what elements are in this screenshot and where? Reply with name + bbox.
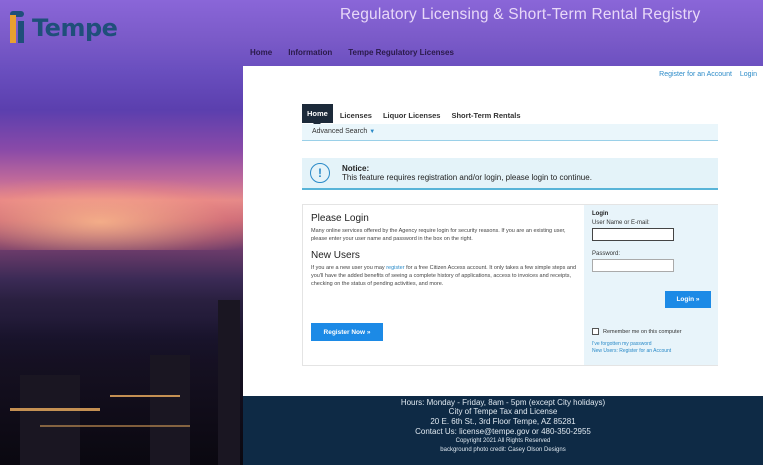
notice-title: Notice:	[342, 164, 370, 173]
tempe-logo-mark	[8, 11, 30, 45]
new-user-register-link[interactable]: New Users: Register for an Account	[592, 348, 671, 355]
remember-me[interactable]: Remember me on this computer	[592, 328, 682, 335]
module-tabs: Home Licenses Liquor Licenses Short-Term…	[302, 104, 528, 127]
remember-label: Remember me on this computer	[603, 328, 682, 335]
help-links: I've forgotten my password New Users: Re…	[592, 341, 671, 354]
nav-home[interactable]: Home	[250, 48, 272, 57]
tab-licenses[interactable]: Licenses	[336, 108, 376, 123]
city-lights	[40, 425, 190, 427]
register-now-button[interactable]: Register Now »	[311, 323, 383, 341]
notice-box: ! Notice: This feature requires registra…	[302, 158, 718, 190]
account-links: Register for an Account Login	[653, 71, 757, 78]
nav-information[interactable]: Information	[288, 48, 332, 57]
login-info-column: Please Login Many online services offere…	[311, 213, 581, 288]
notice-message: This feature requires registration and/o…	[342, 173, 592, 182]
sunset-glow	[0, 180, 250, 250]
nav-tempe-regulatory-licenses[interactable]: Tempe Regulatory Licenses	[348, 48, 454, 57]
password-label: Password:	[592, 251, 621, 257]
building	[218, 300, 240, 465]
tab-home[interactable]: Home	[302, 104, 333, 127]
tempe-logo[interactable]: Tempe	[8, 8, 118, 48]
username-input[interactable]	[592, 228, 674, 241]
main-panel: Register for an Account Login Home Licen…	[243, 66, 763, 396]
login-box-title: Login	[592, 211, 609, 217]
register-link[interactable]: register	[386, 265, 404, 271]
username-label: User Name or E-mail:	[592, 220, 650, 226]
tab-short-term-rentals[interactable]: Short-Term Rentals	[447, 108, 524, 123]
tab-liquor-licenses[interactable]: Liquor Licenses	[379, 108, 445, 123]
please-login-text: Many online services offered by the Agen…	[311, 228, 566, 243]
footer-hours: Hours: Monday - Friday, 8am - 5pm (excep…	[400, 398, 606, 407]
info-icon: !	[310, 163, 330, 183]
footer-address: 20 E. 6th St., 3rd Floor Tempe, AZ 85281	[430, 417, 576, 426]
advanced-search-link[interactable]: Advanced Search	[312, 128, 367, 135]
city-lights	[10, 408, 100, 411]
remember-checkbox[interactable]	[592, 328, 599, 335]
footer-photo-credit: background photo credit: Casey Olson Des…	[440, 447, 566, 453]
logo-text: Tempe	[32, 14, 118, 42]
site-footer: Hours: Monday - Friday, 8am - 5pm (excep…	[243, 396, 763, 465]
login-box: Login User Name or E-mail: Password: Log…	[584, 205, 718, 365]
footer-org: City of Tempe Tax and License	[448, 407, 558, 416]
building	[20, 375, 80, 465]
site-header: Tempe Regulatory Licensing & Short-Term …	[0, 0, 763, 64]
login-area: Please Login Many online services offere…	[302, 204, 718, 366]
please-login-heading: Please Login	[311, 213, 369, 224]
chevron-down-icon[interactable]: ▼	[369, 129, 375, 135]
password-input[interactable]	[592, 259, 674, 272]
subtab-bar: Advanced Search ▼	[302, 124, 718, 141]
footer-copyright: Copyright 2021 All Rights Reserved	[455, 438, 551, 444]
city-lights	[110, 395, 180, 397]
register-account-link[interactable]: Register for an Account	[659, 71, 732, 78]
new-users-text: If you are a new user you may register f…	[311, 264, 577, 288]
building	[150, 355, 190, 465]
site-title: Regulatory Licensing & Short-Term Rental…	[340, 6, 701, 23]
top-nav: Home Information Tempe Regulatory Licens…	[250, 48, 470, 57]
new-users-heading: New Users	[311, 249, 360, 261]
footer-contact: Contact Us: license@tempe.gov or 480-350…	[415, 427, 591, 436]
login-button[interactable]: Login »	[665, 291, 711, 308]
login-link[interactable]: Login	[740, 71, 757, 78]
